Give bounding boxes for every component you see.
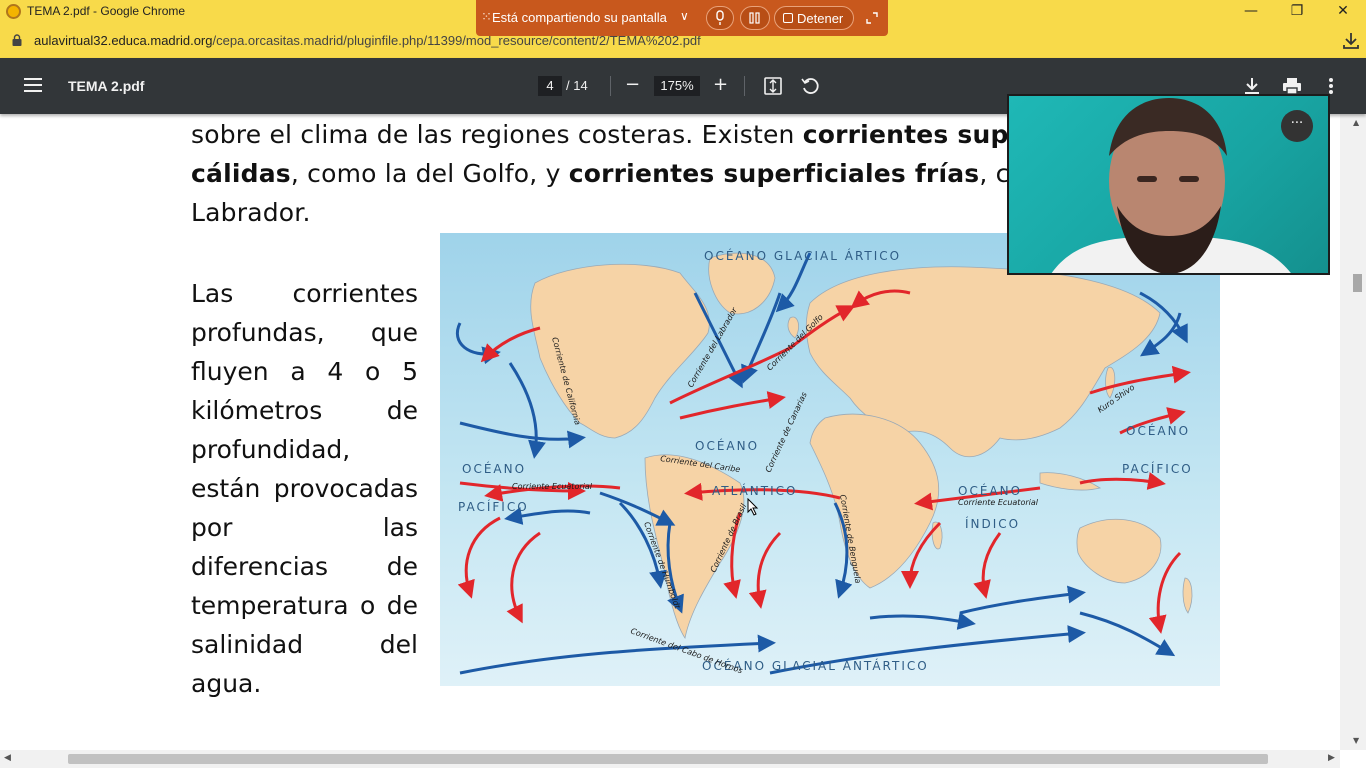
- chrome-icon: [6, 4, 21, 19]
- paragraph-line: profundas, que: [191, 318, 418, 347]
- paragraph-line: salinidad del: [191, 630, 418, 659]
- pause-icon: [749, 12, 760, 24]
- line1-text: sobre el clima de las regiones costeras.…: [191, 120, 803, 149]
- pause-share-button[interactable]: [740, 6, 770, 30]
- lock-icon[interactable]: [12, 34, 22, 46]
- more-options-icon[interactable]: [1326, 76, 1336, 96]
- screen-share-bar: ⁙ Está compartiendo su pantalla ∨ Detene…: [476, 0, 888, 36]
- scroll-down-icon[interactable]: ▼: [1353, 736, 1359, 745]
- scroll-right-icon[interactable]: ▶: [1328, 753, 1335, 763]
- pacific-west-label-1: OCÉANO: [462, 461, 526, 476]
- pacific-east-label-1: OCÉANO: [1126, 423, 1190, 438]
- line1-bold: corrientes sup: [802, 120, 1009, 149]
- fit-page-icon[interactable]: [764, 77, 782, 95]
- download-icon[interactable]: [1343, 32, 1359, 50]
- paragraph-line: profundidad,: [191, 435, 351, 464]
- print-icon[interactable]: [1282, 76, 1302, 96]
- stop-icon: [783, 13, 793, 23]
- url-host: aulavirtual32.educa.madrid.org: [34, 33, 213, 48]
- line2-bold-a: cálidas: [191, 159, 291, 188]
- share-status-text: Está compartiendo su pantalla: [492, 10, 667, 25]
- paragraph-line: por las: [191, 513, 418, 542]
- toolbar-divider: [744, 76, 745, 96]
- scroll-left-icon[interactable]: ◀: [4, 753, 11, 763]
- zoom-level-input[interactable]: 175%: [654, 76, 700, 96]
- page-total: / 14: [566, 78, 588, 93]
- paragraph-line: agua.: [191, 669, 262, 698]
- stop-share-button[interactable]: Detener: [774, 6, 854, 30]
- expand-icon[interactable]: [864, 10, 880, 26]
- arctic-ocean-label: OCÉANO GLACIAL ÁRTICO: [704, 248, 901, 263]
- window-title: TEMA 2.pdf - Google Chrome: [27, 4, 186, 18]
- pacific-west-label-2: PACÍFICO: [458, 499, 529, 514]
- toolbar-divider: [610, 76, 611, 96]
- paragraph-line: temperatura o de: [191, 591, 418, 620]
- stop-label: Detener: [797, 11, 844, 26]
- horizontal-scrollbar[interactable]: ◀ ▶: [0, 750, 1340, 768]
- equatorial-east-label: Corriente Ecuatorial: [958, 498, 1039, 507]
- deep-currents-paragraph: Las corrientes profundas, que fluyen a 4 o…: [191, 274, 418, 703]
- webcam-preview[interactable]: ···: [1007, 94, 1330, 275]
- indian-ocean-label-1: OCÉANO: [958, 483, 1022, 498]
- chevron-down-icon[interactable]: ∨: [680, 9, 689, 23]
- line2-bold-b: corrientes superficiales frías: [568, 159, 980, 188]
- line2-text-b: , c: [979, 159, 1010, 188]
- rotate-icon[interactable]: [800, 76, 820, 96]
- close-button[interactable]: ✕: [1320, 0, 1366, 24]
- pdf-download-icon[interactable]: [1243, 76, 1261, 96]
- atlantic-ocean-label-1: OCÉANO: [695, 438, 759, 453]
- line2-text-a: , como la del Golfo, y: [290, 159, 569, 188]
- paragraph-line: están provocadas: [191, 474, 418, 503]
- atlantic-ocean-label-2: ATLÁNTICO: [712, 483, 797, 498]
- microphone-button[interactable]: [706, 6, 734, 30]
- paragraph-line-1: sobre el clima de las regiones costeras.…: [191, 120, 1009, 149]
- scroll-up-icon[interactable]: ▲: [1353, 118, 1359, 127]
- paragraph-line-2: cálidas, como la del Golfo, y corrientes…: [191, 159, 1010, 188]
- vertical-scrollbar[interactable]: ▲ ▼: [1340, 114, 1366, 750]
- zoom-in-button[interactable]: +: [713, 74, 728, 96]
- document-title: TEMA 2.pdf: [68, 78, 145, 94]
- paragraph-line: Las corrientes: [191, 279, 418, 308]
- vertical-scroll-thumb[interactable]: [1353, 274, 1362, 292]
- paragraph-line: kilómetros de: [191, 396, 418, 425]
- webcam-more-button[interactable]: ···: [1281, 110, 1313, 142]
- ocean-currents-map: OCÉANO GLACIAL ÁRTICO OCÉANO ATLÁNTICO O…: [440, 233, 1220, 686]
- minimize-button[interactable]: —: [1228, 0, 1274, 24]
- drag-handle-icon[interactable]: ⁙: [481, 10, 492, 25]
- mouse-cursor-icon: [747, 498, 759, 516]
- restore-button[interactable]: ❐: [1274, 0, 1320, 24]
- paragraph-line: diferencias de: [191, 552, 418, 581]
- microphone-icon: [716, 10, 724, 25]
- equatorial-west-label: Corriente Ecuatorial: [512, 482, 593, 491]
- zoom-out-button[interactable]: −: [625, 74, 640, 96]
- paragraph-line-3: Labrador.: [191, 198, 311, 227]
- horizontal-scroll-thumb[interactable]: [68, 754, 1268, 764]
- indian-ocean-label-2: ÍNDICO: [965, 516, 1020, 531]
- paragraph-line: fluyen a 4 o 5: [191, 357, 418, 386]
- menu-icon[interactable]: [24, 78, 42, 92]
- page-number-input[interactable]: 4: [538, 76, 562, 96]
- pacific-east-label-2: PACÍFICO: [1122, 461, 1193, 476]
